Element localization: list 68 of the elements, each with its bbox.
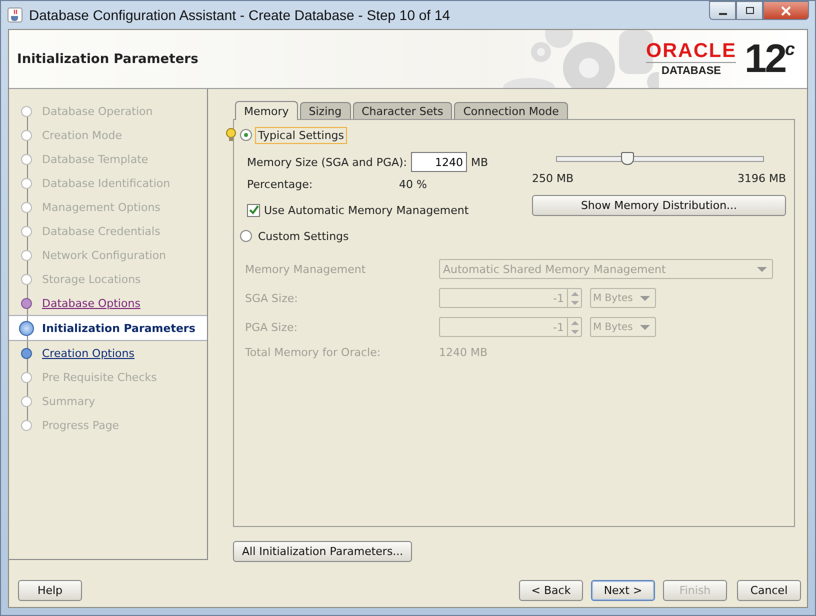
memory-size-label: Memory Size (SGA and PGA):	[247, 156, 407, 168]
typical-radio[interactable]	[240, 129, 252, 141]
cancel-button[interactable]: Cancel	[737, 580, 801, 601]
current-step: Initialization Parameters	[9, 315, 207, 341]
slider-max-label: 3196 MB	[737, 172, 786, 185]
step-item: Creation Mode	[9, 123, 207, 147]
sga-size-label: SGA Size:	[245, 292, 299, 304]
unit-label: MB	[471, 156, 488, 168]
slider-min-label: 250 MB	[532, 172, 574, 185]
step-item: Database Operation	[9, 99, 207, 123]
minimize-button[interactable]	[709, 1, 736, 20]
step-item: Database Credentials	[9, 219, 207, 243]
memory-size-field[interactable]: 1240	[411, 152, 467, 172]
step-dot-icon	[21, 154, 32, 164]
step-dot-icon	[21, 178, 32, 188]
typical-settings-label[interactable]: Typical Settings	[255, 126, 348, 144]
maximize-icon	[744, 6, 754, 16]
oracle-logo-text: ORACLE	[646, 40, 736, 62]
product-name: DATABASE	[662, 64, 721, 78]
step-dot-icon	[21, 420, 32, 430]
tab[interactable]: Connection Mode	[454, 102, 568, 119]
step-dot-icon	[21, 250, 32, 260]
step-dot-icon	[21, 226, 32, 236]
step-item: Network Configuration	[9, 243, 207, 267]
maximize-button[interactable]	[736, 1, 763, 20]
help-button[interactable]: Help	[18, 580, 82, 601]
show-memory-distribution-button[interactable]: Show Memory Distribution...	[532, 195, 786, 216]
pga-size-label: PGA Size:	[245, 320, 298, 334]
version-number: 12$^{c}$	[744, 39, 793, 79]
slider-thumb[interactable]	[620, 152, 634, 165]
auto-memory-label[interactable]: Use Automatic Memory Management	[264, 204, 469, 217]
minimize-icon	[718, 12, 726, 14]
tab[interactable]: Sizing	[300, 102, 351, 119]
java-cup-icon	[7, 7, 23, 23]
percentage-label: Percentage:	[247, 178, 314, 190]
step-dot-icon	[21, 274, 32, 284]
step-item: Database Identification	[9, 171, 207, 195]
step-dot-icon	[21, 202, 32, 212]
close-button[interactable]	[763, 1, 809, 20]
step-dot-icon	[21, 106, 32, 116]
step-dot-icon	[21, 298, 32, 308]
next-button[interactable]: Next >	[591, 580, 655, 601]
checkbox[interactable]	[247, 204, 260, 217]
total-memory-label: Total Memory for Oracle:	[245, 346, 382, 359]
step-item: Summary	[9, 389, 207, 413]
step-dot-icon	[21, 130, 32, 140]
step-dot-icon	[21, 396, 32, 406]
step-item[interactable]: Database Options	[9, 291, 207, 315]
back-button[interactable]: < Back	[519, 580, 583, 601]
lightbulb-icon	[226, 128, 236, 142]
close-icon	[780, 6, 792, 16]
total-memory-value: 1240 MB	[439, 346, 489, 359]
step-dot-icon	[21, 372, 32, 382]
tab[interactable]: Memory	[235, 101, 298, 120]
window-title: Database Configuration Assistant - Create Database - Step 10 of 14	[29, 7, 450, 23]
step-item[interactable]: Creation Options	[9, 341, 207, 365]
step-item: Pre Requisite Checks	[9, 365, 207, 389]
step-dot-icon	[19, 320, 34, 336]
step-dot-icon	[21, 348, 32, 358]
percentage-value: 40 %	[399, 178, 427, 190]
page-title: Initialization Parameters	[17, 52, 198, 66]
all-initialization-parameters-button[interactable]: All Initialization Parameters...	[233, 541, 412, 562]
tab[interactable]: Character Sets	[352, 102, 452, 119]
step-item: Storage Locations	[9, 267, 207, 291]
step-item: Database Template	[9, 147, 207, 171]
memory-management-label: Memory Management	[245, 262, 367, 276]
step-item: Progress Page	[9, 413, 207, 437]
step-item: Management Options	[9, 195, 207, 219]
